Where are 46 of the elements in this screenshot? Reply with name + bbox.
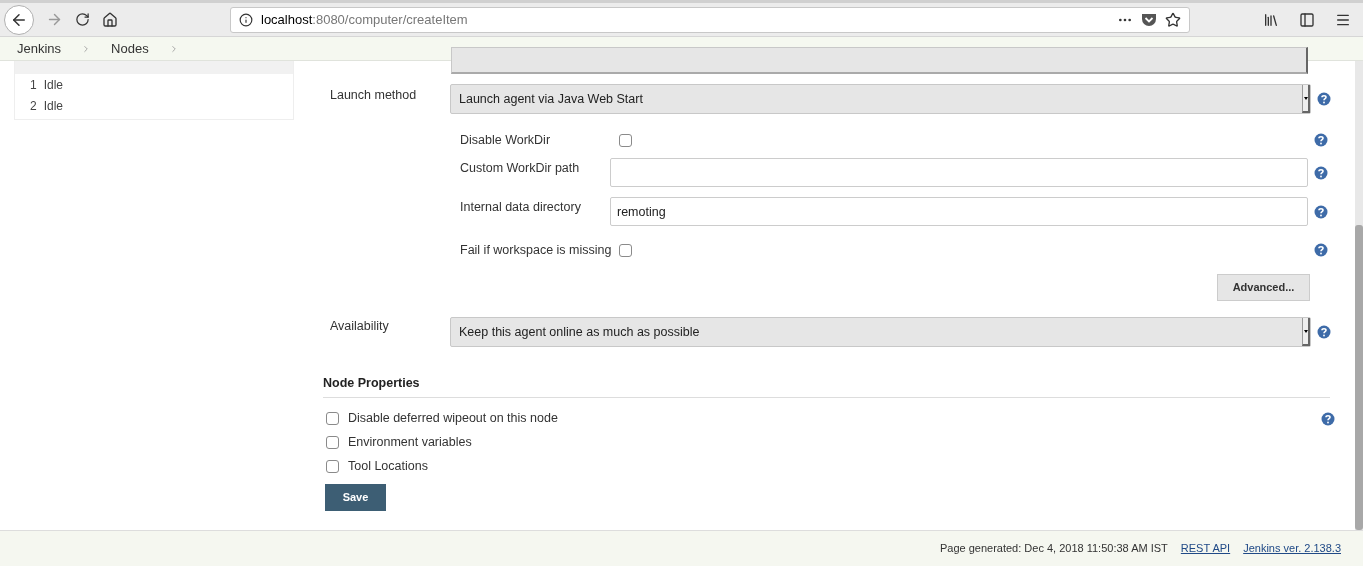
section-heading: Node Properties bbox=[323, 374, 1330, 398]
checkbox[interactable] bbox=[326, 460, 339, 474]
field-label: Disable WorkDir bbox=[460, 131, 552, 149]
checkbox-label: Environment variables bbox=[348, 434, 472, 452]
checkbox[interactable] bbox=[326, 436, 339, 450]
help-icon[interactable] bbox=[1314, 133, 1328, 147]
reload-icon[interactable] bbox=[75, 12, 90, 27]
help-icon[interactable] bbox=[1317, 325, 1331, 339]
checkbox-label: Tool Locations bbox=[348, 458, 428, 476]
field-label: Fail if workspace is missing bbox=[460, 241, 613, 259]
dropdown[interactable]: Keep this agent online as much as possible bbox=[450, 317, 1311, 347]
address-bar[interactable]: localhost:8080/computer/createItem bbox=[230, 6, 1190, 33]
checkbox[interactable] bbox=[619, 243, 632, 257]
footer-link[interactable]: REST API bbox=[1180, 540, 1231, 557]
help-icon[interactable] bbox=[1314, 243, 1328, 257]
help-icon[interactable] bbox=[1321, 411, 1335, 426]
help-icon[interactable] bbox=[1314, 166, 1328, 180]
executor-status: Idle bbox=[43, 77, 64, 94]
info-icon[interactable] bbox=[239, 12, 253, 27]
advanced-button[interactable]: Advanced... bbox=[1217, 274, 1310, 301]
pocket-icon[interactable] bbox=[1141, 12, 1157, 27]
page-generated-text: Page generated: Dec 4, 2018 11:50:38 AM IST bbox=[939, 541, 1168, 557]
breadcrumb-link[interactable]: Jenkins bbox=[17, 38, 62, 59]
field-label: Internal data directory bbox=[460, 199, 582, 216]
library-icon[interactable] bbox=[1263, 11, 1279, 28]
sidebar-icon[interactable] bbox=[1299, 11, 1315, 28]
checkbox[interactable] bbox=[326, 412, 339, 426]
executor-number: 2 bbox=[30, 98, 37, 115]
dropdown[interactable]: Launch agent via Java Web Start bbox=[450, 84, 1311, 114]
executor-status: Idle bbox=[43, 98, 64, 115]
help-icon[interactable] bbox=[1314, 205, 1328, 219]
text-field[interactable]: remoting bbox=[610, 197, 1308, 226]
field-label: Launch method bbox=[330, 87, 418, 104]
field-label: Availability bbox=[330, 318, 390, 335]
executor-number: 1 bbox=[30, 77, 37, 94]
scrollbar[interactable] bbox=[1355, 61, 1363, 530]
help-icon[interactable] bbox=[1317, 92, 1331, 106]
field-label: Custom WorkDir path bbox=[460, 160, 581, 177]
checkbox-label: Disable deferred wipeout on this node bbox=[348, 410, 558, 428]
checkbox[interactable] bbox=[619, 133, 632, 147]
footer-link[interactable]: Jenkins ver. 2.138.3 bbox=[1243, 540, 1341, 557]
home-icon[interactable] bbox=[102, 11, 118, 28]
star-icon[interactable] bbox=[1165, 11, 1181, 28]
back-button[interactable] bbox=[4, 4, 34, 35]
save-button[interactable]: Save bbox=[325, 483, 386, 511]
breadcrumb-link[interactable]: Nodes bbox=[111, 38, 149, 59]
